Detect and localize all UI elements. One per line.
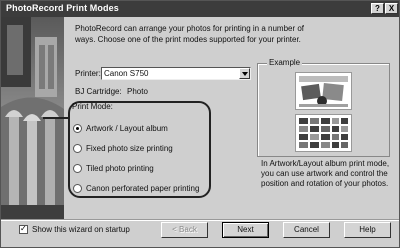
footer-divider — [1, 219, 399, 221]
intro-text: PhotoRecord can arrange your photos for … — [75, 24, 305, 44]
close-title-button[interactable]: X — [385, 3, 398, 14]
example-grid-preview — [295, 114, 352, 152]
show-wizard-checkbox-row[interactable]: Show this wizard on startup — [19, 224, 130, 234]
cancel-button[interactable]: Cancel — [283, 222, 330, 238]
help-title-button[interactable]: ? — [371, 3, 384, 14]
example-description: In Artwork/Layout album print mode, you … — [261, 159, 390, 188]
radio-perforated-paper[interactable]: Canon perforated paper printing — [73, 182, 199, 194]
example-layout-preview — [295, 72, 352, 110]
dropdown-arrow-icon[interactable] — [239, 68, 250, 79]
radio-button-selected[interactable] — [73, 123, 82, 133]
help-button[interactable]: Help — [344, 222, 391, 238]
radio-label: Fixed photo size printing — [86, 143, 173, 153]
radio-button[interactable] — [73, 163, 82, 173]
callout-line — [43, 117, 69, 119]
title-bar: PhotoRecord Print Modes ? X — [1, 1, 399, 17]
radio-artwork-layout[interactable]: Artwork / Layout album — [73, 122, 168, 134]
radio-label: Artwork / Layout album — [86, 123, 168, 133]
radio-label: Canon perforated paper printing — [86, 183, 200, 193]
radio-button[interactable] — [73, 143, 82, 153]
print-modes-dialog: PhotoRecord Print Modes ? X PhotoRecord … — [0, 0, 400, 248]
example-title: Example — [267, 58, 303, 67]
radio-button[interactable] — [73, 183, 82, 193]
show-wizard-checkbox[interactable] — [19, 224, 28, 234]
printer-select[interactable]: Canon S750 — [101, 67, 251, 80]
back-button[interactable]: < Back — [161, 222, 208, 238]
window-title: PhotoRecord Print Modes — [6, 3, 119, 13]
radio-label: Tiled photo printing — [86, 163, 154, 173]
radio-fixed-size[interactable]: Fixed photo size printing — [73, 142, 173, 154]
printer-select-value: Canon S750 — [104, 69, 149, 78]
radio-tiled[interactable]: Tiled photo printing — [73, 162, 154, 174]
printer-label: Printer: — [75, 69, 101, 78]
print-mode-title: Print Mode: — [72, 102, 113, 111]
show-wizard-label: Show this wizard on startup — [32, 225, 130, 234]
cartridge-label: BJ Cartridge: — [75, 87, 122, 96]
cartridge-value: Photo — [127, 87, 148, 96]
next-button[interactable]: Next — [222, 222, 269, 238]
